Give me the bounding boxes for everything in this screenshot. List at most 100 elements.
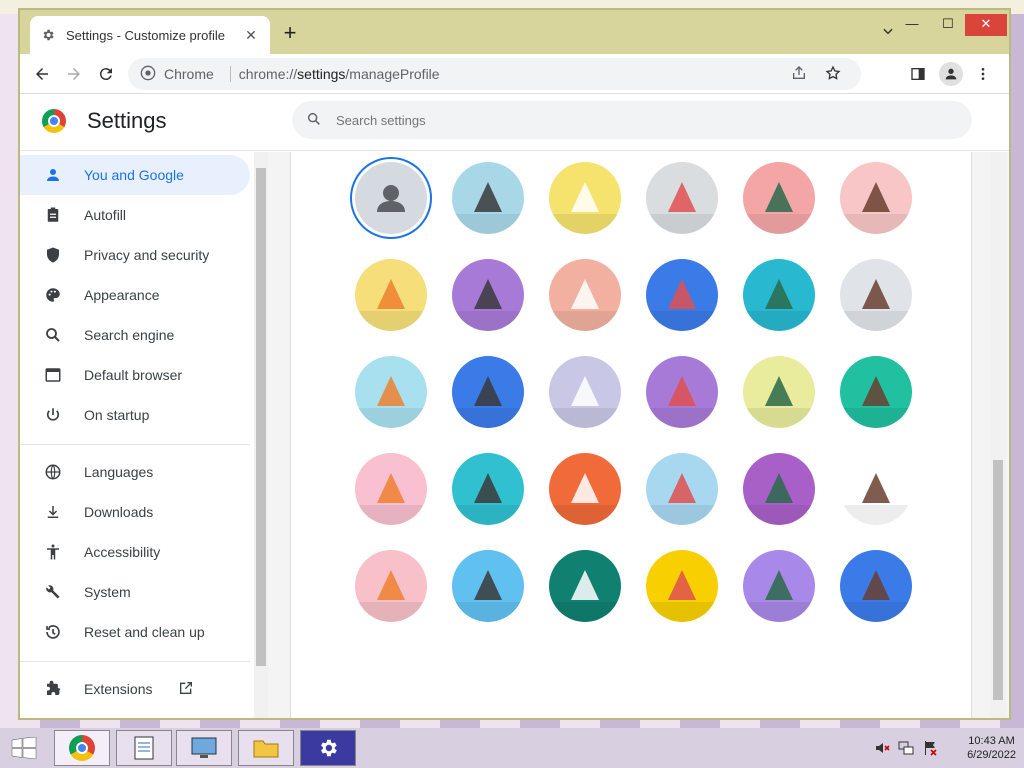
sidebar-item-downloads[interactable]: Downloads xyxy=(20,492,250,532)
avatar-basketball[interactable] xyxy=(355,356,427,428)
avatar-unicorn[interactable] xyxy=(840,259,912,331)
palette-icon xyxy=(42,284,64,306)
taskbar-control-panel-icon[interactable] xyxy=(176,730,232,766)
avatar-ice-water[interactable] xyxy=(452,550,524,622)
taskbar-file-explorer-icon[interactable] xyxy=(238,730,294,766)
avatar-cheese[interactable] xyxy=(646,356,718,428)
download-icon xyxy=(42,501,64,523)
sidebar-item-appearance[interactable]: Appearance xyxy=(20,275,250,315)
toolbar: Chrome chrome://settings/manageProfile xyxy=(20,54,1009,94)
avatar-sunglasses[interactable] xyxy=(355,453,427,525)
sushi-icon xyxy=(452,473,524,525)
ice-cream-icon xyxy=(355,570,427,622)
sandwich-icon xyxy=(840,570,912,622)
sidebar-item-label: System xyxy=(84,584,131,600)
avatar-cappuccino[interactable] xyxy=(840,453,912,525)
sidebar-item-default-browser[interactable]: Default browser xyxy=(20,355,250,395)
cheese-icon xyxy=(646,376,718,428)
settings-search-box[interactable] xyxy=(292,101,972,139)
taskbar-settings-icon[interactable] xyxy=(300,730,356,766)
avatar-rabbit[interactable] xyxy=(743,259,815,331)
avatar-watermelon[interactable] xyxy=(549,550,621,622)
address-bar[interactable]: Chrome chrome://settings/manageProfile xyxy=(128,58,861,90)
avatar-ramen[interactable] xyxy=(840,356,912,428)
sidebar-item-extensions[interactable]: Extensions xyxy=(20,669,250,709)
sidebar-item-system[interactable]: System xyxy=(20,572,250,612)
corgi-icon xyxy=(549,182,621,234)
clock-date: 6/29/2022 xyxy=(967,749,1016,761)
avatar-sushi[interactable] xyxy=(452,453,524,525)
sidebar-item-label: Privacy and security xyxy=(84,247,210,263)
chrome-logo-icon xyxy=(42,109,66,133)
tab-search-chevron-icon[interactable] xyxy=(879,24,897,42)
network-icon[interactable] xyxy=(898,740,914,756)
action-center-flag-icon[interactable] xyxy=(922,740,938,756)
more-menu-icon[interactable] xyxy=(971,62,995,86)
panda-icon xyxy=(452,279,524,331)
back-arrow-icon[interactable] xyxy=(30,62,54,86)
minimize-button[interactable]: — xyxy=(897,14,927,36)
avatar-avocado[interactable] xyxy=(743,453,815,525)
basketball-icon xyxy=(355,376,427,428)
avatar-corgi[interactable] xyxy=(549,162,621,234)
sidebar-item-you-and-google[interactable]: You and Google xyxy=(20,155,250,195)
sidebar-scroll-thumb[interactable] xyxy=(256,168,266,666)
search-input[interactable] xyxy=(336,112,896,128)
tamagotchi-icon xyxy=(549,473,621,525)
avatar-monkey[interactable] xyxy=(355,259,427,331)
clock-time: 10:43 AM xyxy=(968,735,1015,747)
sidebar-item-privacy-and-security[interactable]: Privacy and security xyxy=(20,235,250,275)
share-icon[interactable] xyxy=(791,65,807,84)
sidebar-item-autofill[interactable]: Autofill xyxy=(20,195,250,235)
bookmark-star-icon[interactable] xyxy=(825,64,841,84)
omnibox-separator xyxy=(229,66,231,82)
sidebar-item-label: Downloads xyxy=(84,504,154,520)
taskbar-chrome-icon[interactable] xyxy=(54,730,110,766)
sidebar-item-accessibility[interactable]: Accessibility xyxy=(20,532,250,572)
avatar-butterfly[interactable] xyxy=(646,259,718,331)
avatar-bird[interactable] xyxy=(549,356,621,428)
avatar-onigiri[interactable] xyxy=(646,550,718,622)
close-window-button[interactable]: ✕ xyxy=(965,14,1007,36)
avatar-cat[interactable] xyxy=(452,162,524,234)
taskbar-notepad-icon[interactable] xyxy=(116,730,172,766)
cat-icon xyxy=(452,182,524,234)
avatar-panda[interactable] xyxy=(452,259,524,331)
avatar-penguin[interactable] xyxy=(549,259,621,331)
windows-start-icon[interactable] xyxy=(4,732,44,764)
browser-icon xyxy=(42,364,64,386)
avatar-bike[interactable] xyxy=(452,356,524,428)
unicorn-icon xyxy=(840,279,912,331)
side-panel-icon[interactable] xyxy=(906,62,930,86)
avatar-fox[interactable] xyxy=(840,162,912,234)
avatar-football[interactable] xyxy=(743,356,815,428)
maximize-button[interactable]: ☐ xyxy=(933,14,963,36)
avatar-pizza[interactable] xyxy=(743,550,815,622)
main-scroll-thumb[interactable] xyxy=(993,460,1003,700)
avatar-dragon[interactable] xyxy=(646,162,718,234)
onigiri-icon xyxy=(646,570,718,622)
avatar-vinyl[interactable] xyxy=(646,453,718,525)
sidebar-item-languages[interactable]: Languages xyxy=(20,452,250,492)
sidebar-item-on-startup[interactable]: On startup xyxy=(20,395,250,435)
avatar-tamagotchi[interactable] xyxy=(549,453,621,525)
tab-settings[interactable]: Settings - Customize profile ✕ xyxy=(30,16,270,54)
reload-icon[interactable] xyxy=(94,62,118,86)
avatar-elephant[interactable] xyxy=(743,162,815,234)
clock[interactable]: 10:43 AM 6/29/2022 xyxy=(967,734,1016,762)
avatar-sandwich[interactable] xyxy=(840,550,912,622)
sidebar-item-search-engine[interactable]: Search engine xyxy=(20,315,250,355)
volume-muted-icon[interactable] xyxy=(874,740,890,756)
forward-arrow-icon[interactable] xyxy=(62,62,86,86)
profile-avatar-icon[interactable] xyxy=(939,62,963,86)
avatar-ice-cream[interactable] xyxy=(355,550,427,622)
sidebar-item-reset-and-clean-up[interactable]: Reset and clean up xyxy=(20,612,250,652)
sidebar-item-label: Autofill xyxy=(84,207,127,223)
sidebar-item-label: Accessibility xyxy=(84,544,161,560)
pizza-icon xyxy=(743,570,815,622)
settings-sidebar: You and Google Autofill Privacy and secu… xyxy=(20,152,268,718)
tab-close-icon[interactable]: ✕ xyxy=(242,27,260,44)
avatar-default[interactable] xyxy=(355,162,427,234)
taskbar: 10:43 AM 6/29/2022 xyxy=(0,728,1024,768)
new-tab-button[interactable]: + xyxy=(278,22,302,46)
